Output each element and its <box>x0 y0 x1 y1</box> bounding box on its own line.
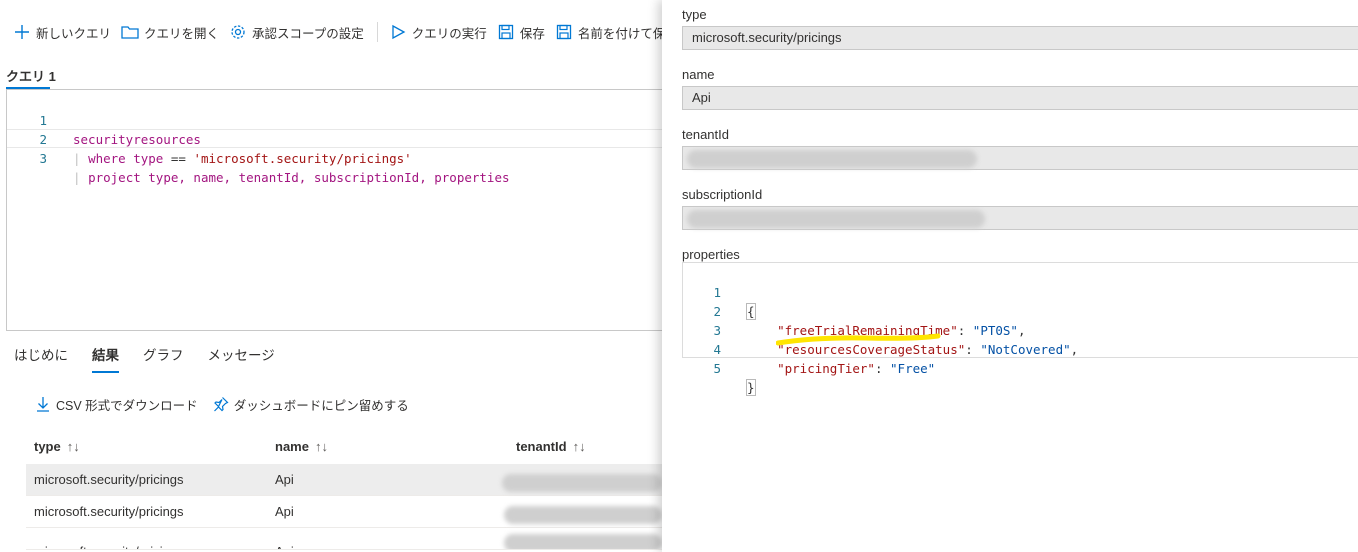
new-query-button[interactable]: 新しいクエリ <box>10 17 118 47</box>
code-keyword-project: project <box>88 170 141 185</box>
cell-name: Api <box>275 536 294 549</box>
tab-chart[interactable]: グラフ <box>143 341 184 371</box>
field-label-name: name <box>682 67 715 82</box>
line-number: 5 <box>713 361 721 376</box>
grid-header: type ↑↓ name ↑↓ tenantId ↑↓ <box>26 430 662 464</box>
pin-dashboard-label: ダッシュボードにピン留めする <box>233 398 409 413</box>
open-query-button[interactable]: クエリを開く <box>118 17 226 47</box>
table-row[interactable]: microsoft.security/pricings Api <box>26 528 662 550</box>
folder-icon <box>121 23 139 41</box>
cell-name: Api <box>275 472 294 487</box>
json-line: 3 "resourcesCoverageStatus": "NotCovered… <box>683 302 1358 357</box>
redacted-tenantid <box>504 534 662 549</box>
column-header-label: tenantId <box>516 439 567 454</box>
line-number: 3 <box>39 151 47 166</box>
code-operator: == <box>163 151 194 166</box>
cell-name: Api <box>275 504 294 519</box>
save-button[interactable]: 保存 <box>494 17 552 47</box>
row-detail-pane: type microsoft.security/pricings name Ap… <box>662 0 1358 552</box>
results-grid: type ↑↓ name ↑↓ tenantId ↑↓ microsoft.secur… <box>26 430 662 550</box>
json-line: 1 { <box>683 264 1358 320</box>
json-colon: : <box>874 361 891 376</box>
save-as-icon <box>555 23 573 41</box>
redacted-tenantid <box>504 506 662 524</box>
open-query-label: クエリを開く <box>144 26 220 41</box>
column-header-type[interactable]: type ↑↓ <box>34 430 80 464</box>
json-value: "Free" <box>890 361 936 376</box>
run-query-label: クエリの実行 <box>411 26 487 41</box>
sort-icon: ↑↓ <box>314 439 328 454</box>
run-query-button[interactable]: クエリの実行 <box>386 17 494 47</box>
column-header-tenantid[interactable]: tenantId ↑↓ <box>516 430 586 464</box>
column-header-label: name <box>275 439 309 454</box>
field-label-properties: properties <box>682 247 740 262</box>
result-tabs: はじめに 結果 グラフ メッセージ <box>14 340 299 373</box>
cell-type: microsoft.security/pricings <box>34 504 184 519</box>
play-icon <box>389 23 407 41</box>
download-csv-label: CSV 形式でダウンロード <box>56 398 198 413</box>
properties-json-viewer[interactable]: 1 { 2 "freeTrialRemainingTime": "PT0S", … <box>682 262 1358 396</box>
query-editor[interactable]: 1 securityresources 2 | where type == 'm… <box>6 89 662 331</box>
field-label-type: type <box>682 7 707 22</box>
field-value-tenantid[interactable] <box>682 146 1358 170</box>
code-field-type: type <box>133 151 164 166</box>
tab-messages[interactable]: メッセージ <box>208 341 275 371</box>
field-label-tenantid: tenantId <box>682 127 729 142</box>
field-value-subscriptionid[interactable] <box>682 206 1358 230</box>
field-value-name[interactable]: Api <box>682 86 1358 110</box>
toolbar: 新しいクエリ クエリを開く 承認スコープの設定 クエリの実行 保存 名前を付けて… <box>0 14 685 50</box>
json-line: 2 "freeTrialRemainingTime": "PT0S", <box>683 283 1358 338</box>
code-string: 'microsoft.security/pricings' <box>193 151 412 166</box>
redacted-tenantid <box>687 150 977 168</box>
field-value-type[interactable]: microsoft.security/pricings <box>682 26 1358 50</box>
result-actions: CSV 形式でダウンロード ダッシュボードにピン留めする <box>34 392 423 416</box>
json-key: "pricingTier" <box>777 361 875 376</box>
cell-type: microsoft.security/pricings <box>34 472 184 487</box>
column-header-label: type <box>34 439 61 454</box>
code-columns: type, name, tenantId, subscriptionId, pr… <box>148 170 510 185</box>
sort-icon: ↑↓ <box>66 439 80 454</box>
editor-line-current: 3 | project type, name, tenantId, subscr… <box>7 129 662 185</box>
code-pipe: | <box>73 170 89 185</box>
column-header-name[interactable]: name ↑↓ <box>275 430 328 464</box>
json-line: 4 "pricingTier": "Free" <box>683 321 1358 376</box>
code-keyword-where: where <box>88 151 126 166</box>
save-icon <box>497 23 515 41</box>
toolbar-divider <box>376 22 378 42</box>
scope-settings-label: 承認スコープの設定 <box>252 26 364 41</box>
table-row[interactable]: microsoft.security/pricings Api <box>26 464 662 496</box>
redacted-tenantid <box>502 474 662 492</box>
table-row[interactable]: microsoft.security/pricings Api <box>26 496 662 528</box>
plus-icon <box>13 23 31 41</box>
tab-results[interactable]: 結果 <box>92 341 119 373</box>
download-csv-button[interactable]: CSV 形式でダウンロード <box>34 395 198 414</box>
redacted-subscriptionid <box>687 210 985 228</box>
save-label: 保存 <box>519 26 545 41</box>
code-pipe: | <box>73 151 89 166</box>
sort-icon: ↑↓ <box>572 439 586 454</box>
editor-line: 1 securityresources <box>7 92 662 147</box>
new-query-label: 新しいクエリ <box>36 26 112 41</box>
json-close-brace: } <box>746 379 756 396</box>
json-line: 5 } <box>683 340 1358 396</box>
download-icon <box>34 395 52 413</box>
tab-query-1[interactable]: クエリ 1 <box>6 64 56 88</box>
editor-line: 2 | where type == 'microsoft.security/pr… <box>7 111 662 166</box>
scope-settings-button[interactable]: 承認スコープの設定 <box>226 17 371 47</box>
pin-dashboard-button[interactable]: ダッシュボードにピン留めする <box>212 395 409 414</box>
cell-type: microsoft.security/pricings <box>34 536 184 549</box>
field-label-subscriptionid: subscriptionId <box>682 187 763 202</box>
tab-getting-started[interactable]: はじめに <box>14 341 68 371</box>
pin-icon <box>212 395 230 413</box>
gear-icon <box>229 23 247 41</box>
